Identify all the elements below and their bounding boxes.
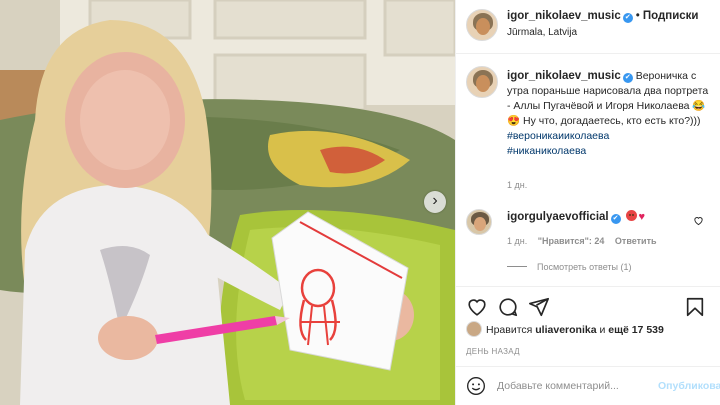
author-avatar[interactable]: [466, 9, 498, 41]
author-name-line: igor_nikolaev_music ✔ • Подписки: [507, 10, 699, 23]
view-replies-label: Посмотреть ответы (1): [537, 262, 632, 272]
comment-icon[interactable]: [497, 296, 519, 318]
post-side-panel: igor_nikolaev_music ✔ • Подписки Jūrmala, L…: [455, 0, 720, 405]
caption-username[interactable]: igor_nikolaev_music: [507, 70, 621, 82]
caption-text-block: igor_nikolaev_music ✔ Вероничка с утра по…: [507, 69, 712, 159]
likes-and: и: [599, 324, 606, 336]
likes-summary: Нравится uliaveronika и ещё 17 539: [466, 321, 664, 337]
bookmark-icon[interactable]: [684, 296, 706, 318]
add-comment-bar: Опубликовать: [456, 366, 720, 405]
comment-meta: 1 дн. "Нравится": 24 Ответить: [507, 236, 665, 246]
red-heart-emoji-icon: ♥: [638, 211, 646, 223]
hashtag-link[interactable]: #вероникаииколаева: [507, 129, 712, 144]
comment-text: igorgulyaevofficial ✔ ♥: [507, 210, 645, 224]
share-icon[interactable]: [528, 296, 550, 318]
liker-username[interactable]: uliaveronika: [535, 324, 596, 336]
reply-button[interactable]: Ответить: [615, 236, 657, 246]
commenter-username[interactable]: igorgulyaevofficial: [507, 211, 609, 223]
heart-eyes-emoji-icon: [625, 210, 637, 221]
photo-illustration: [0, 0, 455, 405]
smile-icon[interactable]: [466, 376, 486, 396]
post-date: ДЕНЬ НАЗАД: [466, 347, 520, 356]
likes-prefix: Нравится: [486, 324, 533, 336]
separator-dot: •: [635, 10, 640, 22]
post-actions-bar: [456, 286, 720, 326]
commenter-avatar[interactable]: [466, 209, 492, 235]
caption-avatar[interactable]: [466, 66, 498, 98]
comment-likes[interactable]: "Нравится": 24: [538, 236, 605, 246]
hashtag-link[interactable]: #никаниколаева: [507, 144, 712, 159]
verified-icon: ✔: [622, 13, 633, 23]
comment-like-heart-icon[interactable]: [693, 215, 704, 229]
verified-icon: ✔: [622, 73, 633, 83]
publish-button[interactable]: Опубликовать: [658, 380, 720, 392]
view-replies-button[interactable]: Посмотреть ответы (1): [507, 262, 632, 272]
replies-line: [507, 266, 527, 267]
caption-time: 1 дн.: [507, 180, 528, 190]
heart-icon[interactable]: [466, 296, 488, 318]
post-photo[interactable]: ›: [0, 0, 455, 405]
liker-avatar: [466, 321, 482, 337]
post-header: igor_nikolaev_music ✔ • Подписки Jūrmala, L…: [456, 0, 720, 54]
post-location[interactable]: Jūrmala, Latvija: [507, 27, 577, 38]
follow-button[interactable]: Подписки: [643, 10, 699, 22]
comment-time: 1 дн.: [507, 236, 528, 246]
comment-input[interactable]: [497, 377, 647, 395]
verified-icon: ✔: [610, 214, 621, 224]
likes-count[interactable]: ещё 17 539: [608, 324, 664, 336]
author-username[interactable]: igor_nikolaev_music: [507, 10, 621, 22]
next-photo-button[interactable]: ›: [424, 191, 446, 213]
